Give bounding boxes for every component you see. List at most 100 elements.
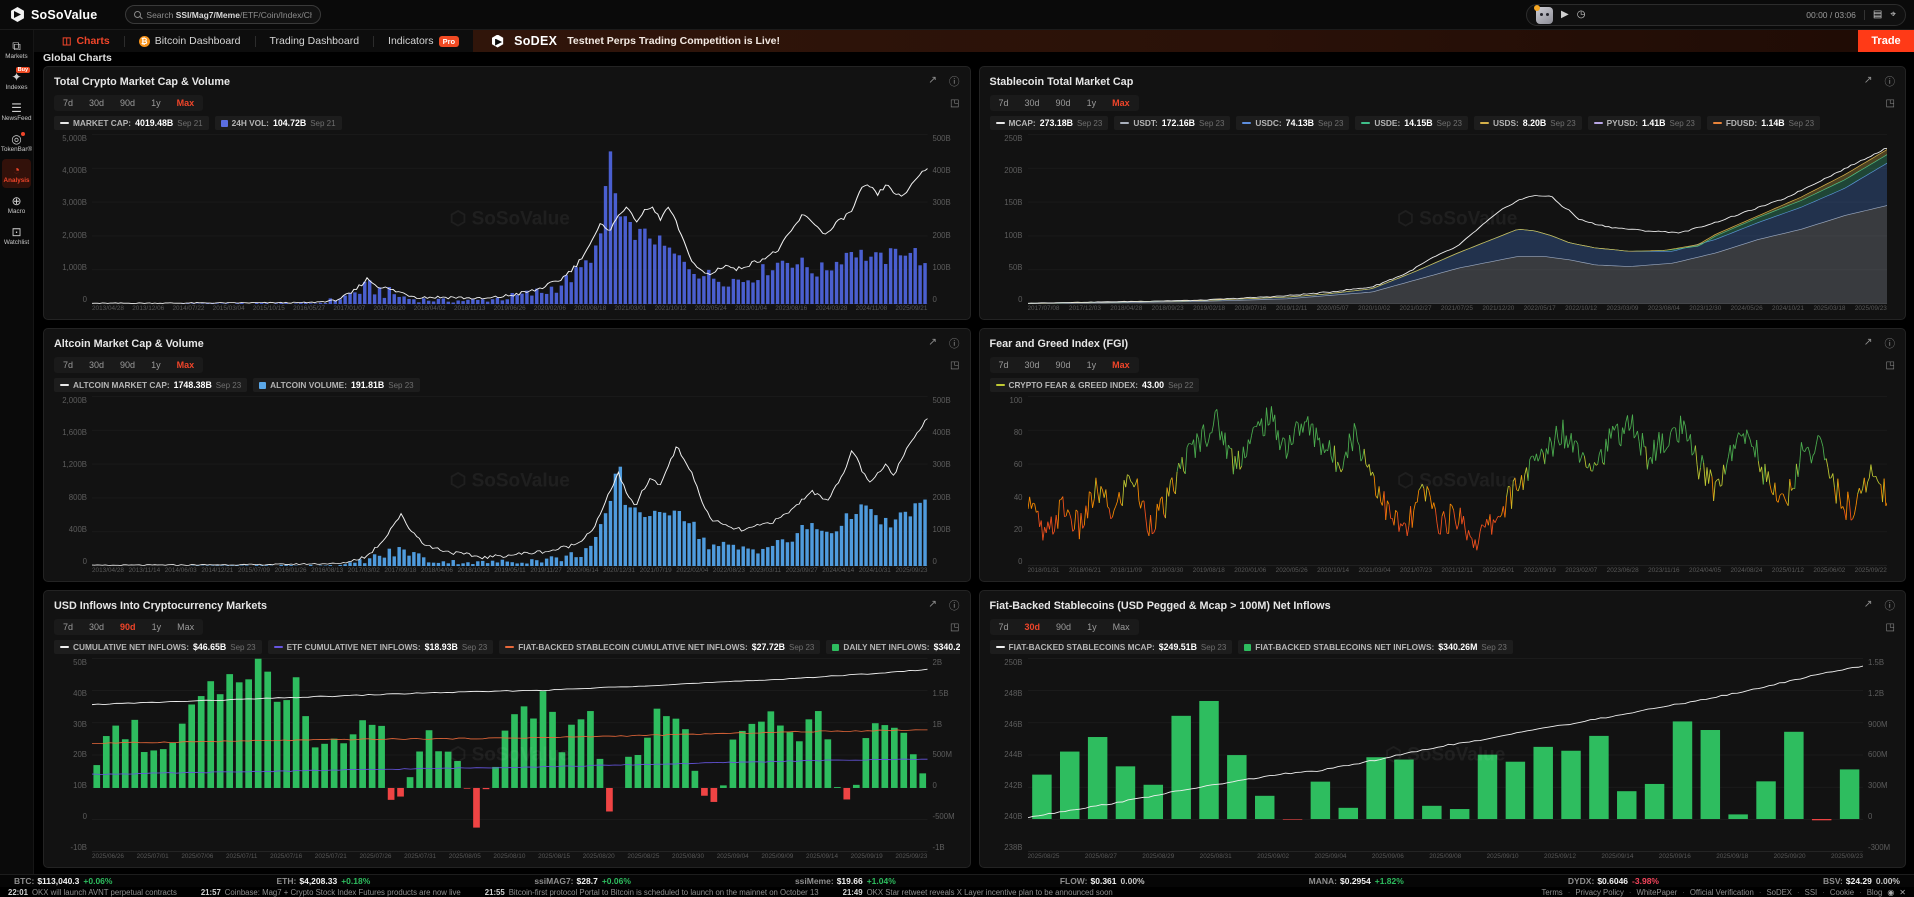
range-button-7d[interactable]: 7d: [991, 620, 1017, 634]
chart-plot[interactable]: ⬡ SoSoValue: [92, 658, 928, 852]
nav-tab-trading-dashboard[interactable]: Trading Dashboard: [256, 35, 374, 47]
range-button-90d[interactable]: 90d: [1048, 358, 1079, 372]
share-icon[interactable]: ↗: [1864, 74, 1873, 89]
legend-item[interactable]: CUMULATIVE NET INFLOWS:$46.65BSep 23: [54, 640, 262, 654]
range-button-30d[interactable]: 30d: [81, 358, 112, 372]
expand-icon[interactable]: ◳: [1886, 622, 1895, 633]
range-button-max[interactable]: Max: [1105, 620, 1138, 634]
expand-icon[interactable]: ◳: [950, 622, 959, 633]
range-button-90d[interactable]: 90d: [112, 620, 144, 634]
footer-link-blog[interactable]: Blog: [1867, 888, 1883, 897]
ticker-item-btc[interactable]: BTC:$113,040.3+0.06%: [14, 876, 112, 886]
share-icon[interactable]: ↗: [928, 598, 937, 613]
range-button-max[interactable]: Max: [1104, 96, 1138, 110]
legend-item[interactable]: DAILY NET INFLOWS:$340.26MSep 23: [826, 640, 959, 654]
chart-plot[interactable]: ⬡ SoSoValue: [1028, 134, 1888, 304]
nav-tab-indicators[interactable]: IndicatorsPro: [374, 35, 473, 47]
nav-tab-charts[interactable]: ◫Charts: [48, 35, 124, 47]
share-icon[interactable]: ↗: [1864, 336, 1873, 351]
legend-item[interactable]: FIAT-BACKED STABLECOINS NET INFLOWS:$340…: [1238, 640, 1513, 654]
range-button-1y[interactable]: 1y: [143, 358, 169, 372]
range-button-7d[interactable]: 7d: [55, 96, 81, 110]
legend-item[interactable]: 24H VOL:104.72BSep 21: [215, 116, 342, 130]
community-icon[interactable]: ◉: [1887, 888, 1894, 897]
share-icon[interactable]: ↗: [928, 336, 937, 351]
expand-icon[interactable]: ◳: [950, 98, 959, 109]
play-icon[interactable]: ▶: [1561, 10, 1569, 20]
legend-item[interactable]: ALTCOIN MARKET CAP:1748.38BSep 23: [54, 378, 247, 392]
news-item[interactable]: 22:01OKX will launch AVNT perpetual cont…: [8, 888, 177, 897]
range-button-1y[interactable]: 1y: [1079, 620, 1105, 634]
pin-icon[interactable]: ⌖: [1890, 10, 1896, 20]
info-icon[interactable]: ⓘ: [1885, 598, 1896, 613]
chart-plot[interactable]: ⬡ SoSoValue: [92, 396, 928, 566]
range-button-7d[interactable]: 7d: [991, 96, 1017, 110]
range-button-90d[interactable]: 90d: [112, 358, 143, 372]
range-button-30d[interactable]: 30d: [1017, 358, 1048, 372]
trade-button[interactable]: Trade: [1858, 30, 1914, 52]
speed-icon[interactable]: ◷: [1577, 10, 1586, 20]
share-icon[interactable]: ↗: [1864, 598, 1873, 613]
info-icon[interactable]: ⓘ: [949, 598, 960, 613]
chart-plot[interactable]: ⬡ SoSoValue: [92, 134, 928, 304]
nav-tab-bitcoin-dashboard[interactable]: ₿Bitcoin Dashboard: [125, 35, 255, 47]
range-button-30d[interactable]: 30d: [1017, 620, 1049, 634]
range-button-30d[interactable]: 30d: [81, 96, 112, 110]
sidebar-item-macro[interactable]: ⊕Macro: [2, 190, 31, 219]
sidebar-item-watchlist[interactable]: ⊡Watchlist: [2, 221, 31, 250]
range-button-90d[interactable]: 90d: [112, 96, 143, 110]
range-button-max[interactable]: Max: [169, 96, 203, 110]
range-button-max[interactable]: Max: [1104, 358, 1138, 372]
legend-item[interactable]: USDE:14.15BSep 23: [1355, 116, 1468, 130]
ticker-item-eth[interactable]: ETH:$4,208.33+0.18%: [277, 876, 371, 886]
ticker-item-mana[interactable]: MANA:$0.2954+1.82%: [1309, 876, 1404, 886]
footer-link-cookie[interactable]: Cookie: [1830, 888, 1854, 897]
legend-item[interactable]: ETF CUMULATIVE NET INFLOWS:$18.93BSep 23: [268, 640, 494, 654]
expand-icon[interactable]: ◳: [1886, 360, 1895, 371]
legend-item[interactable]: FIAT-BACKED STABLECOINS MCAP:$249.51BSep…: [990, 640, 1233, 654]
expand-icon[interactable]: ◳: [950, 360, 959, 371]
info-icon[interactable]: ⓘ: [1885, 336, 1896, 351]
footer-link-privacy-policy[interactable]: Privacy Policy: [1575, 888, 1624, 897]
ticker-item-flow[interactable]: FLOW:$0.3610.00%: [1060, 876, 1145, 886]
range-button-max[interactable]: Max: [169, 358, 203, 372]
sidebar-item-markets[interactable]: ⧉Markets: [2, 35, 31, 64]
playlist-icon[interactable]: ▤: [1873, 10, 1882, 20]
range-button-90d[interactable]: 90d: [1048, 620, 1079, 634]
search-input[interactable]: Search SSI/Mag7/Meme/ETF/Coin/Index/Char…: [125, 5, 321, 24]
ticker-item-bsv[interactable]: BSV:$24.290.00%: [1823, 876, 1900, 886]
footer-link-whitepaper[interactable]: WhitePaper: [1636, 888, 1677, 897]
footer-link-sodex[interactable]: SoDEX: [1766, 888, 1792, 897]
info-icon[interactable]: ⓘ: [1885, 74, 1896, 89]
legend-item[interactable]: USDT:172.16BSep 23: [1114, 116, 1230, 130]
share-icon[interactable]: ↗: [928, 74, 937, 89]
sodex-banner[interactable]: SoDEX Testnet Perps Trading Competition …: [473, 30, 1858, 52]
chart-plot[interactable]: ⬡ SoSoValue: [1028, 396, 1888, 566]
info-icon[interactable]: ⓘ: [949, 74, 960, 89]
range-button-30d[interactable]: 30d: [1017, 96, 1048, 110]
ticker-item-dydx[interactable]: DYDX:$0.6046-3.98%: [1568, 876, 1659, 886]
footer-link-ssi[interactable]: SSI: [1805, 888, 1818, 897]
range-button-7d[interactable]: 7d: [55, 620, 81, 634]
range-button-1y[interactable]: 1y: [143, 96, 169, 110]
legend-item[interactable]: MCAP:273.18BSep 23: [990, 116, 1109, 130]
range-button-90d[interactable]: 90d: [1048, 96, 1079, 110]
expand-icon[interactable]: ◳: [1886, 98, 1895, 109]
x-twitter-icon[interactable]: ✕: [1899, 888, 1906, 897]
range-button-max[interactable]: Max: [169, 620, 202, 634]
range-button-7d[interactable]: 7d: [55, 358, 81, 372]
range-button-7d[interactable]: 7d: [991, 358, 1017, 372]
range-button-30d[interactable]: 30d: [81, 620, 112, 634]
legend-item[interactable]: USDC:74.13BSep 23: [1236, 116, 1349, 130]
legend-item[interactable]: USDS:8.20BSep 23: [1474, 116, 1582, 130]
sidebar-item-tokenbar[interactable]: ◎TokenBar®: [2, 128, 31, 157]
legend-item[interactable]: ALTCOIN VOLUME:191.81BSep 23: [253, 378, 419, 392]
range-button-1y[interactable]: 1y: [144, 620, 170, 634]
news-item[interactable]: 21:49OKX Star retweet reveals X Layer in…: [843, 888, 1113, 897]
sidebar-item-indexes[interactable]: ✦IndexesBuy: [2, 66, 31, 95]
legend-item[interactable]: FDUSD:1.14BSep 23: [1707, 116, 1820, 130]
info-icon[interactable]: ⓘ: [949, 336, 960, 351]
sidebar-item-newsfeed[interactable]: ☰NewsFeed: [2, 97, 31, 126]
chart-plot[interactable]: ⬡ SoSoValue: [1028, 658, 1864, 852]
ticker-item-ssimag7[interactable]: ssiMAG7:$28.7+0.06%: [534, 876, 631, 886]
